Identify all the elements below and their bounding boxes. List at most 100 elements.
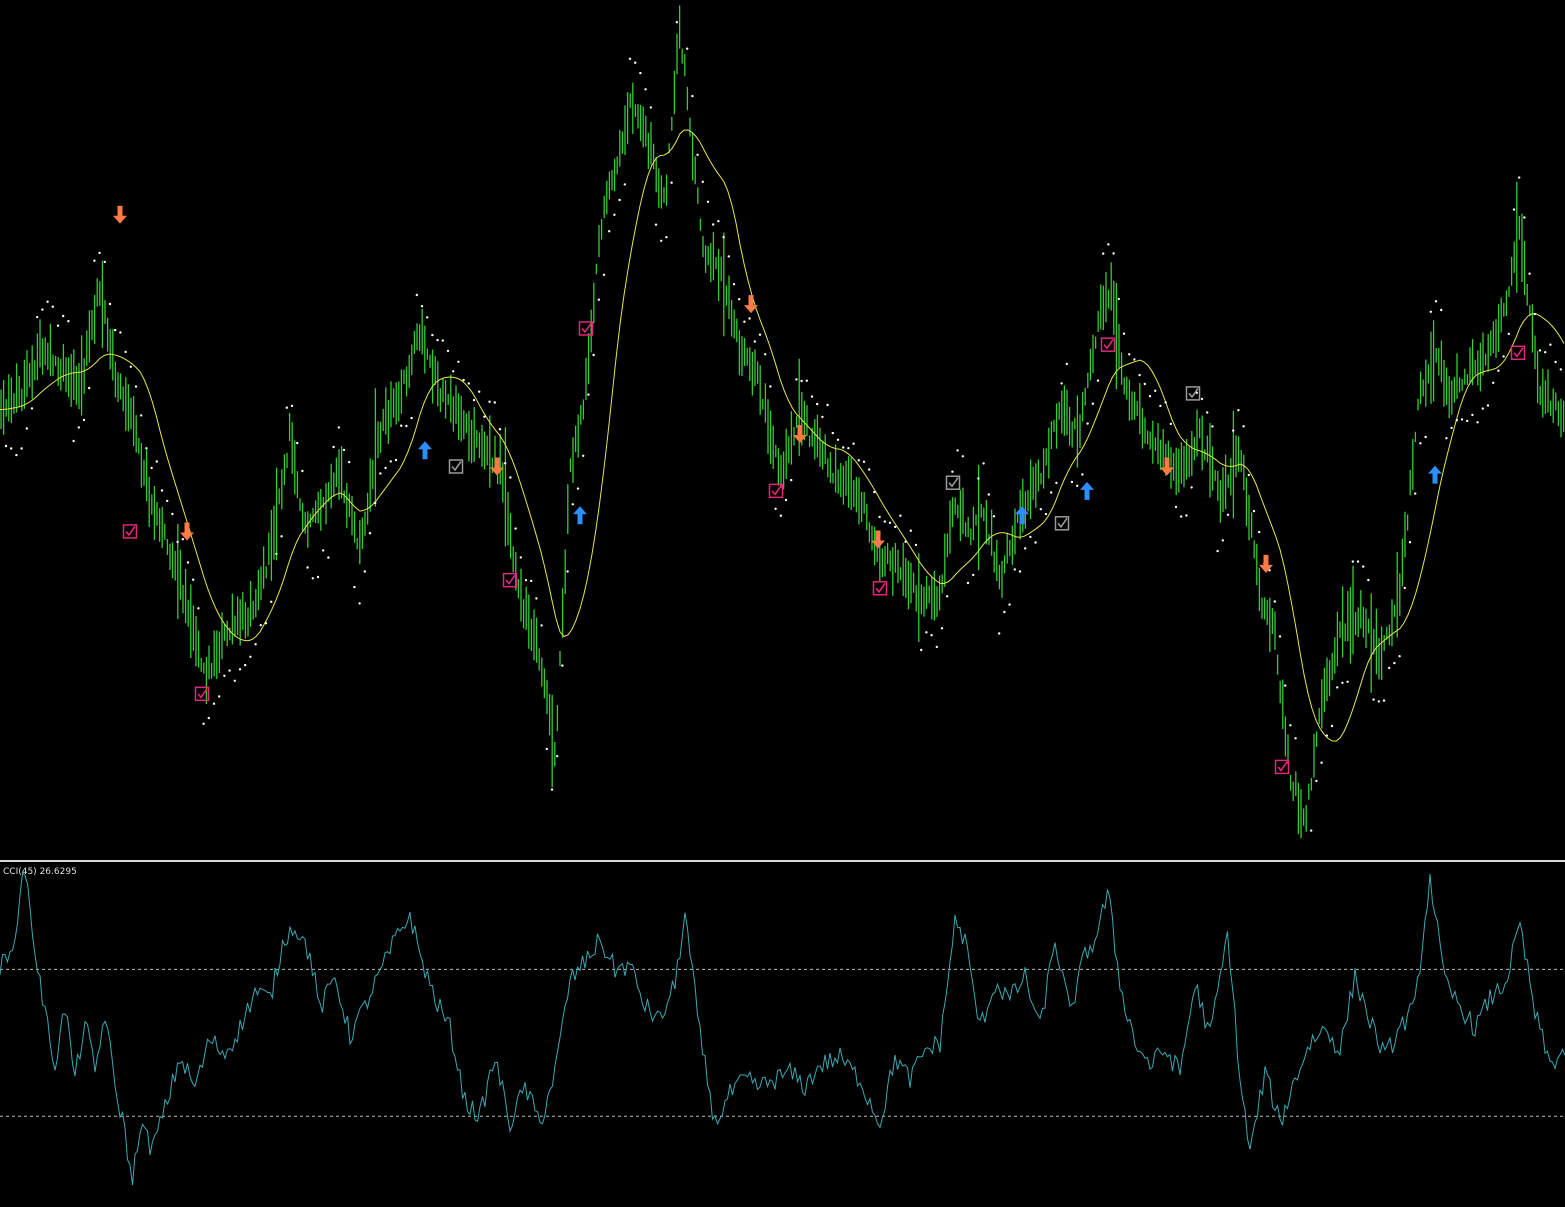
psar-dot [374,501,377,505]
psar-dot [1013,568,1016,571]
psar-dot [1278,635,1282,638]
psar-dot [457,360,460,363]
psar-dot [160,489,164,492]
psar-dot [524,579,528,582]
psar-dot [363,570,366,573]
psar-dot [1159,404,1162,408]
psar-dot [1538,349,1542,352]
psar-dot [977,477,980,480]
psar-dot [285,406,288,409]
psar-dot [197,607,200,610]
psar-dot [342,448,346,452]
psar-dot [1377,700,1381,703]
psar-dot [670,181,673,184]
psar-dot [15,453,18,457]
psar-dot [946,595,949,598]
price-panel[interactable] [0,0,1565,860]
psar-dot [935,645,938,649]
psar-dot [62,314,65,318]
arrow-down-shape [1160,457,1174,476]
psar-dot [1081,473,1084,476]
psar-dot [426,316,429,319]
psar-dot [1507,332,1511,336]
checkmark [1103,339,1114,350]
psar-dot [1018,570,1022,573]
pink-check-icon [768,483,784,499]
psar-dot [1211,425,1214,428]
psar-dot [1232,429,1235,432]
psar-dot [207,716,210,720]
checkmark [875,582,886,594]
psar-dot [114,328,117,332]
psar-dot [566,570,569,573]
psar-dot [1320,761,1323,764]
psar-dot [613,213,616,216]
psar-dot [56,324,60,327]
psar-dot [1559,368,1563,371]
psar-dot [649,106,652,109]
psar-dot [748,317,751,320]
psar-dot [1512,208,1516,211]
cci-panel[interactable] [0,862,1565,1207]
arrow-down-shape [1259,554,1273,573]
psar-dot [322,549,325,552]
psar-dot [514,527,517,530]
psar-dot [1403,586,1407,590]
psar-dot [332,445,335,449]
psar-dot [1128,353,1131,356]
psar-dot [20,447,23,450]
psar-dot [311,577,314,580]
psar-dot [4,444,8,448]
arrow-up-shape [573,506,587,525]
psar-dot [509,476,512,479]
psar-dot [1408,541,1412,544]
psar-dot [1414,492,1417,495]
psar-dot [1003,610,1006,614]
psar-dot [1273,600,1277,603]
psar-dot [1486,404,1490,407]
psar-dot [358,602,361,605]
psar-dot [582,454,585,457]
psar-dot [1356,560,1360,563]
psar-dot [46,300,49,303]
psar-dot [124,350,127,354]
psar-dot [608,230,611,233]
psar-dot [171,512,174,516]
psar-dot [961,455,964,458]
psar-dot [10,447,13,450]
psar-dot [1528,272,1531,275]
psar-dot [545,747,548,751]
pink-check-icon [502,572,518,588]
psar-dot [275,552,278,555]
psar-dot [1284,684,1287,687]
psar-dot [1185,514,1188,517]
sell-arrow-icon [1160,457,1174,476]
cci-line [0,872,1565,1186]
psar-dot [212,702,216,705]
psar-dot [1133,358,1136,361]
cci-name: CCI(45) [3,867,37,877]
psar-dot [571,503,574,506]
sell-arrow-icon [113,205,127,224]
psar-dot [498,428,502,431]
psar-dot [862,460,866,463]
psar-dot [904,540,907,543]
psar-dot [384,466,387,470]
psar-dot [394,458,398,462]
checkmark [451,461,462,472]
buy-arrow-icon [418,441,432,460]
psar-dot [852,442,855,445]
psar-dot [290,404,294,408]
psar-dot [602,273,606,276]
psar-dot [597,298,600,301]
psar-dot [769,385,772,388]
psar-dot [722,236,725,239]
psar-dot [1091,402,1095,405]
psar-dot [129,365,132,368]
psar-dot [1086,422,1089,425]
psar-dot [1180,515,1183,518]
psar-dot [1362,565,1365,568]
chart-window[interactable]: CCI(45) 26.6295 [0,0,1565,1207]
psar-dot [1065,362,1069,366]
psar-dot [202,722,205,725]
